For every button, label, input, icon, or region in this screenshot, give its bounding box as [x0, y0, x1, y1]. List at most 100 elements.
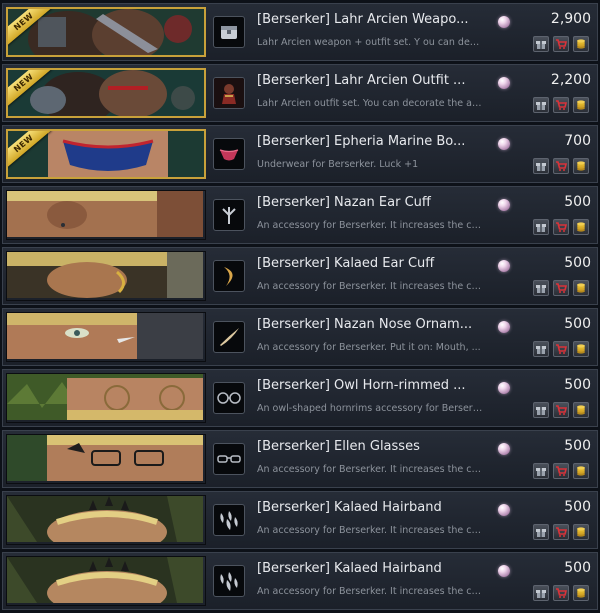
item-title: [Berserker] Owl Horn-rimmed ... — [257, 378, 466, 393]
item-banner-image[interactable]: NEW — [6, 129, 206, 179]
shop-item-row[interactable]: NEW [Berserker] Lahr Arcien Weapo... Lah… — [2, 3, 598, 61]
shop-item-row[interactable]: [Berserker] Nazan Ear Cuff An accessory … — [2, 186, 598, 244]
item-description: Lahr Arcien outfit set. You can decorate… — [257, 98, 483, 109]
item-banner-image[interactable] — [6, 373, 206, 423]
item-description: An accessory for Berserker. Put it on: M… — [257, 342, 481, 353]
gift-button[interactable] — [533, 97, 549, 113]
item-description: An accessory for Berserker. It increases… — [257, 281, 483, 292]
buy-button[interactable] — [573, 280, 589, 296]
item-banner-image[interactable] — [6, 434, 206, 484]
armor-outfit-icon[interactable] — [213, 77, 245, 109]
coin-stack-icon — [577, 222, 585, 232]
item-banner-image[interactable]: NEW — [6, 68, 206, 118]
ear-cuff-icon[interactable] — [213, 199, 245, 231]
buy-button[interactable] — [573, 219, 589, 235]
shop-item-row[interactable]: [Berserker] Ellen Glasses An accessory f… — [2, 430, 598, 488]
cart-icon — [556, 100, 568, 110]
add-to-cart-button[interactable] — [553, 341, 569, 357]
buy-button[interactable] — [573, 36, 589, 52]
buy-button[interactable] — [573, 524, 589, 540]
item-description: An owl-shaped hornrims accessory for Ber… — [257, 403, 483, 414]
gift-button[interactable] — [533, 158, 549, 174]
item-title: [Berserker] Ellen Glasses — [257, 439, 420, 454]
cart-icon — [556, 588, 568, 598]
gift-button[interactable] — [533, 219, 549, 235]
add-to-cart-button[interactable] — [553, 463, 569, 479]
pearl-currency-icon — [498, 321, 510, 333]
buy-button[interactable] — [573, 341, 589, 357]
crescent-ear-cuff-icon[interactable] — [213, 260, 245, 292]
coin-stack-icon — [577, 405, 585, 415]
pearl-currency-icon — [498, 199, 510, 211]
coin-stack-icon — [577, 527, 585, 537]
hairband-icon[interactable] — [213, 504, 245, 536]
item-price: 700 — [564, 133, 591, 149]
cart-icon — [556, 283, 568, 293]
gift-button[interactable] — [533, 280, 549, 296]
item-banner-image[interactable] — [6, 190, 206, 240]
item-description: An accessory for Berserker. It increases… — [257, 525, 483, 536]
gift-button[interactable] — [533, 36, 549, 52]
item-title: [Berserker] Lahr Arcien Weapo... — [257, 12, 469, 27]
shop-item-row[interactable]: [Berserker] Kalaed Ear Cuff An accessory… — [2, 247, 598, 305]
add-to-cart-button[interactable] — [553, 585, 569, 601]
add-to-cart-button[interactable] — [553, 280, 569, 296]
gift-button[interactable] — [533, 524, 549, 540]
cart-icon — [556, 39, 568, 49]
add-to-cart-button[interactable] — [553, 524, 569, 540]
buy-button[interactable] — [573, 585, 589, 601]
item-banner-image[interactable] — [6, 556, 206, 606]
pearl-currency-icon — [498, 504, 510, 516]
shop-item-row[interactable]: [Berserker] Nazan Nose Ornam... An acces… — [2, 308, 598, 366]
shop-item-row[interactable]: NEW [Berserker] Lahr Arcien Outfit ... L… — [2, 64, 598, 122]
item-description: Underwear for Berserker. Luck +1 — [257, 159, 419, 170]
shop-item-row[interactable]: [Berserker] Owl Horn-rimmed ... An owl-s… — [2, 369, 598, 427]
item-description: An accessory for Berserker. It increases… — [257, 464, 483, 475]
add-to-cart-button[interactable] — [553, 402, 569, 418]
buy-button[interactable] — [573, 97, 589, 113]
coin-stack-icon — [577, 466, 585, 476]
pearl-currency-icon — [498, 77, 510, 89]
buy-button[interactable] — [573, 402, 589, 418]
pearl-currency-icon — [498, 443, 510, 455]
item-banner-image[interactable]: NEW — [6, 7, 206, 57]
gift-button[interactable] — [533, 585, 549, 601]
underwear-icon[interactable] — [213, 138, 245, 170]
add-to-cart-button[interactable] — [553, 97, 569, 113]
nose-ornament-icon[interactable] — [213, 321, 245, 353]
item-description: Lahr Arcien weapon + outfit set. Y ou ca… — [257, 37, 483, 48]
cart-icon — [556, 527, 568, 537]
coin-stack-icon — [577, 39, 585, 49]
item-title: [Berserker] Kalaed Ear Cuff — [257, 256, 435, 271]
gift-icon — [536, 468, 546, 476]
shop-item-row[interactable]: NEW [Berserker] Epheria Marine Bo... Und… — [2, 125, 598, 183]
item-banner-image[interactable] — [6, 251, 206, 301]
gift-button[interactable] — [533, 463, 549, 479]
gift-button[interactable] — [533, 402, 549, 418]
shop-item-row[interactable]: [Berserker] Kalaed Hairband An accessory… — [2, 552, 598, 610]
item-banner-image[interactable] — [6, 495, 206, 545]
item-price: 2,900 — [550, 11, 591, 27]
round-glasses-icon[interactable] — [213, 382, 245, 414]
item-price: 500 — [564, 194, 591, 210]
pearl-currency-icon — [498, 565, 510, 577]
item-title: [Berserker] Nazan Ear Cuff — [257, 195, 431, 210]
item-title: [Berserker] Lahr Arcien Outfit ... — [257, 73, 466, 88]
cart-icon — [556, 405, 568, 415]
buy-button[interactable] — [573, 463, 589, 479]
item-banner-image[interactable] — [6, 312, 206, 362]
glasses-icon[interactable] — [213, 443, 245, 475]
add-to-cart-button[interactable] — [553, 36, 569, 52]
add-to-cart-button[interactable] — [553, 158, 569, 174]
shop-item-row[interactable]: [Berserker] Kalaed Hairband An accessory… — [2, 491, 598, 549]
gift-button[interactable] — [533, 341, 549, 357]
gift-icon — [536, 407, 546, 415]
shop-item-list: NEW [Berserker] Lahr Arcien Weapo... Lah… — [0, 0, 600, 613]
cart-icon — [556, 222, 568, 232]
add-to-cart-button[interactable] — [553, 219, 569, 235]
hairband-icon[interactable] — [213, 565, 245, 597]
gift-icon — [536, 529, 546, 537]
gift-icon — [536, 346, 546, 354]
buy-button[interactable] — [573, 158, 589, 174]
chest-box-icon[interactable] — [213, 16, 245, 48]
